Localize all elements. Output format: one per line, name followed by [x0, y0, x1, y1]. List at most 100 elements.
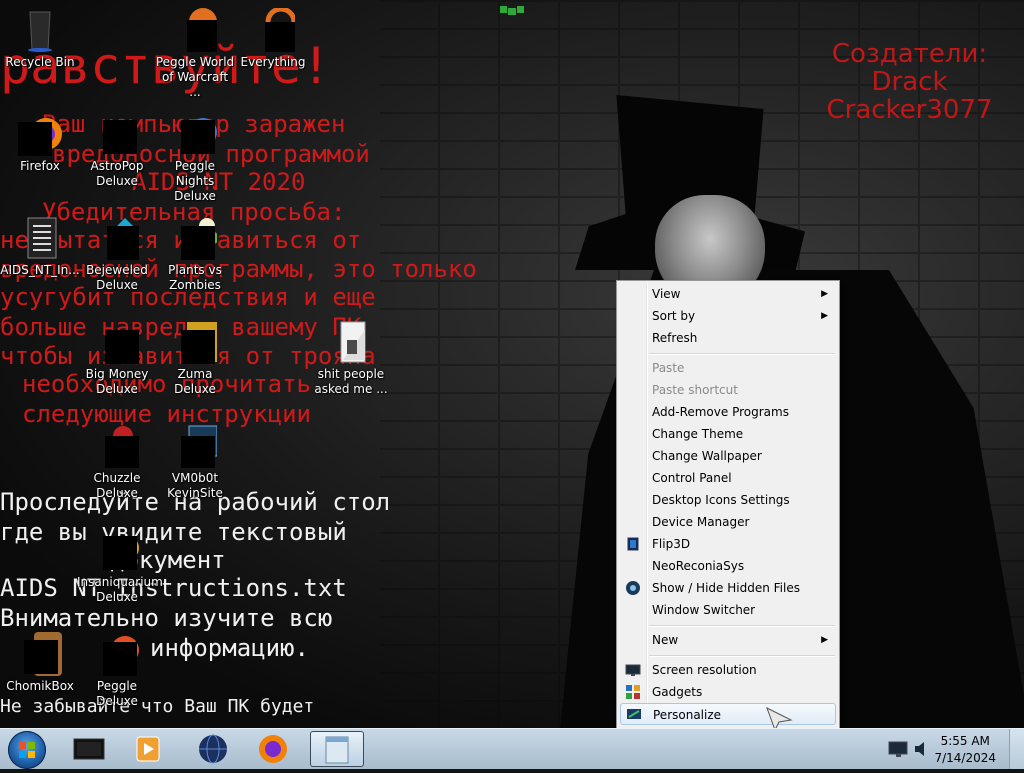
menu-item-new[interactable]: New ▶	[620, 629, 836, 651]
menu-item-label: Device Manager	[652, 515, 750, 529]
desktop-icon-label: Big Money Deluxe	[85, 367, 149, 396]
menu-item-flip3d[interactable]: Flip3D	[620, 533, 836, 555]
menu-item-label: New	[652, 633, 679, 647]
text-file-icon	[18, 216, 62, 260]
submenu-arrow-icon: ▶	[821, 311, 828, 321]
menu-item-change-theme[interactable]: Change Theme	[620, 423, 836, 445]
wallpaper-credits: Создатели: Drack Cracker3077	[822, 40, 997, 124]
desktop[interactable]: равствуйте! Ваш компьютер заражен вредон…	[0, 0, 1024, 728]
menu-separator	[649, 625, 835, 627]
desktop-icon-peggle-nights[interactable]: Peggle Nights Deluxe	[155, 112, 235, 204]
desktop-icon-everything[interactable]: Everything	[233, 6, 313, 70]
peggle-icon	[173, 8, 221, 54]
menu-item-add-remove-programs[interactable]: Add-Remove Programs	[620, 401, 836, 423]
peggle-icon	[173, 112, 217, 156]
menu-item-label: Flip3D	[652, 537, 691, 551]
desktop-icon-label: shit people asked me ...	[314, 367, 388, 396]
menu-item-label: Show / Hide Hidden Files	[652, 581, 800, 595]
menu-item-label: Paste	[652, 361, 685, 375]
taskbar-item-globe[interactable]	[186, 731, 240, 767]
menu-item-personalize[interactable]: Personalize	[620, 703, 836, 725]
desktop-icon-label: VM0b0t KevinSite	[167, 471, 223, 500]
menu-item-sort-by[interactable]: Sort by ▶	[620, 305, 836, 327]
taskbar-item-media-player[interactable]	[121, 731, 175, 767]
desktop-icon-label: Recycle Bin	[5, 55, 75, 69]
desktop-icon-big-money[interactable]: Big Money Deluxe	[77, 320, 157, 397]
menu-item-label: Sort by	[652, 309, 696, 323]
desktop-icon-vm0b0t[interactable]: VM0b0t KevinSite	[155, 424, 235, 501]
desktop-icon-astropop[interactable]: AstroPop Deluxe	[77, 112, 157, 189]
show-desktop-button[interactable]	[1009, 729, 1024, 769]
desktop-icon-label: Peggle World of Warcraft ...	[155, 55, 235, 99]
desktop-icon-folder-shit-people[interactable]: shit people asked me ...	[311, 320, 391, 397]
desktop-icon-label: AIDS_NT_In...	[0, 263, 80, 277]
taskbar-item-firefox[interactable]	[246, 731, 300, 767]
submenu-arrow-icon: ▶	[821, 289, 828, 299]
taskbar-clock[interactable]: 5:55 AM 7/14/2024	[934, 733, 996, 767]
terminal-icon	[73, 738, 105, 760]
menu-item-neoreconiasys[interactable]: NeoReconiaSys	[620, 555, 836, 577]
menu-item-refresh[interactable]: Refresh	[620, 327, 836, 349]
desktop-icon-chomikbox[interactable]: ChomikBox	[0, 632, 80, 694]
menu-item-window-switcher[interactable]: Window Switcher	[620, 599, 836, 621]
folder-icon	[329, 320, 373, 364]
gadgets-icon	[626, 685, 640, 699]
desktop-icon-aids-instructions[interactable]: AIDS_NT_In...	[0, 216, 80, 278]
top-nub-icon	[500, 6, 524, 15]
menu-item-view[interactable]: View ▶	[620, 283, 836, 305]
desktop-icon-zuma[interactable]: Zuma Deluxe	[155, 320, 235, 397]
firefox-icon	[259, 735, 287, 763]
desktop-icon-label: Peggle Deluxe	[96, 679, 138, 708]
wallpaper-white-line-7: Не забывайте что Ваш ПК будет	[0, 696, 315, 717]
desktop-icon-insaniquarium[interactable]: Insaniquarium Deluxe	[77, 528, 163, 605]
desktop-icon-plants-vs-zombies[interactable]: Plants vs Zombies	[155, 216, 235, 293]
desktop-icon-label: Bejeweled Deluxe	[86, 263, 148, 292]
desktop-icon-peggle-deluxe[interactable]: Peggle Deluxe	[77, 632, 157, 709]
desktop-icon-bejeweled[interactable]: Bejeweled Deluxe	[77, 216, 157, 293]
menu-item-control-panel[interactable]: Control Panel	[620, 467, 836, 489]
desktop-icon-label: Zuma Deluxe	[174, 367, 216, 396]
firefox-icon	[18, 112, 62, 156]
desktop-icon-label: Firefox	[20, 159, 60, 173]
globe-icon	[199, 734, 227, 764]
desktop-icon-recycle-bin[interactable]: Recycle Bin	[0, 8, 80, 70]
menu-item-desktop-icons-settings[interactable]: Desktop Icons Settings	[620, 489, 836, 511]
desktop-icon-label: Plants vs Zombies	[168, 263, 222, 292]
menu-item-change-wallpaper[interactable]: Change Wallpaper	[620, 445, 836, 467]
desktop-icon-firefox[interactable]: Firefox	[0, 112, 80, 174]
menu-item-label: Paste shortcut	[652, 383, 738, 397]
menu-separator	[649, 353, 835, 355]
credits-heading: Создатели:	[831, 39, 988, 69]
wallpaper-white-line-5: Внимательно изучите всю	[0, 604, 333, 632]
menu-item-label: Desktop Icons Settings	[652, 493, 790, 507]
peggle-icon	[95, 632, 139, 676]
desktop-icon-chuzzle[interactable]: Chuzzle Deluxe	[77, 424, 157, 501]
desktop-icon-label: AstroPop Deluxe	[90, 159, 144, 188]
plant-icon	[173, 216, 219, 260]
taskbar-item-notepad[interactable]	[310, 731, 364, 767]
menu-item-device-manager[interactable]: Device Manager	[620, 511, 836, 533]
menu-item-screen-resolution[interactable]: Screen resolution	[620, 659, 836, 681]
network-icon[interactable]	[888, 739, 910, 759]
menu-item-label: Change Wallpaper	[652, 449, 762, 463]
menu-item-label: Personalize	[653, 708, 722, 722]
mouse-cursor-icon	[766, 706, 793, 728]
menu-item-paste: Paste	[620, 357, 836, 379]
fish-icon	[95, 528, 139, 572]
menu-item-label: Control Panel	[652, 471, 732, 485]
media-player-icon	[136, 736, 160, 762]
start-button[interactable]	[8, 731, 46, 769]
taskbar-item-terminal[interactable]	[62, 731, 116, 767]
wallpaper-white-line-6: информацию.	[150, 634, 309, 662]
recycle-bin-icon	[18, 8, 62, 52]
flip3d-icon	[627, 537, 639, 551]
desktop-icon-label: Everything	[240, 55, 306, 69]
desktop-icon-label: ChomikBox	[6, 679, 74, 693]
menu-item-gadgets[interactable]: Gadgets	[620, 681, 836, 703]
menu-item-label: Refresh	[652, 331, 698, 345]
desktop-icon-peggle-wow[interactable]: Peggle World of Warcraft ...	[155, 8, 235, 100]
clock-time: 5:55 AM	[940, 734, 990, 748]
menu-item-show-hide-hidden-files[interactable]: Show / Hide Hidden Files	[620, 577, 836, 599]
volume-icon[interactable]	[912, 739, 932, 759]
windows-logo-icon	[19, 742, 35, 758]
